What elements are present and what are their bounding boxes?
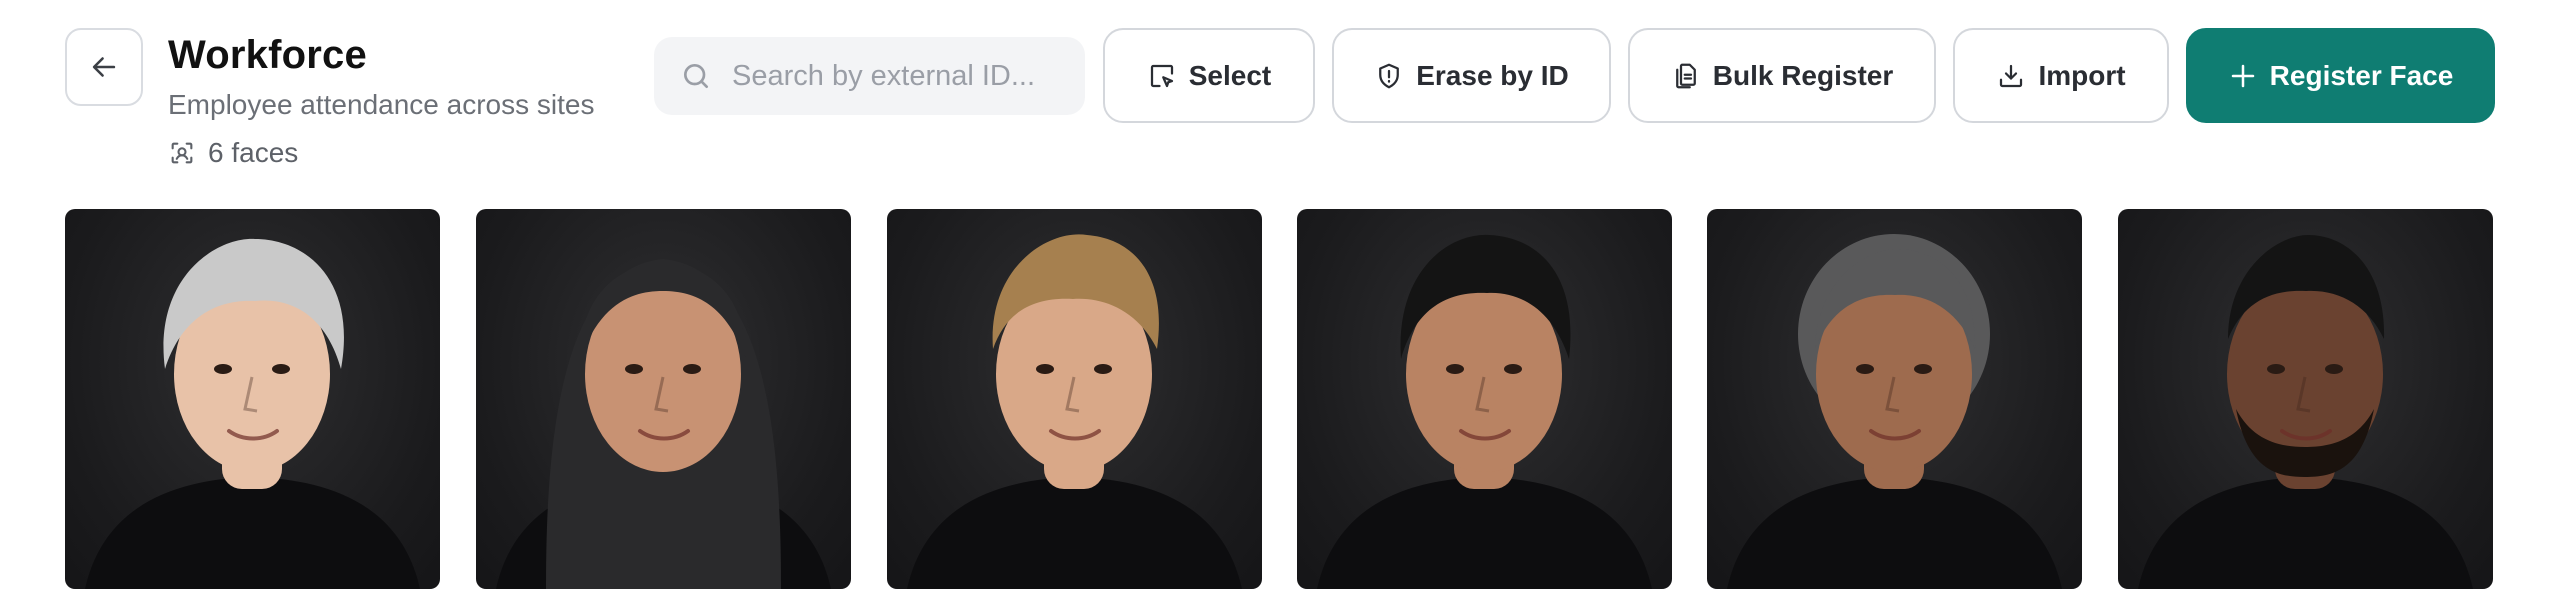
back-button[interactable] (65, 28, 143, 106)
shield-alert-icon (1374, 61, 1404, 91)
face-photo (1727, 234, 2062, 589)
bulk-register-button[interactable]: Bulk Register (1628, 28, 1936, 123)
face-count-label: 6 faces (208, 137, 299, 168)
face-photo (907, 234, 1242, 589)
face-card[interactable] (1297, 209, 1672, 589)
select-square-icon (1147, 61, 1177, 91)
import-button[interactable]: Import (1953, 28, 2169, 123)
search-icon (680, 60, 712, 92)
search-input[interactable] (732, 59, 1062, 93)
face-photo (2138, 235, 2473, 589)
face-photo (85, 238, 420, 589)
face-scan-icon (168, 139, 196, 167)
select-button[interactable]: Select (1103, 28, 1315, 123)
import-label: Import (2038, 59, 2126, 91)
face-photo (1317, 234, 1652, 589)
register-face-label: Register Face (2269, 59, 2454, 91)
face-library-page: Workforce Employee attendance across sit… (0, 0, 2560, 589)
register-face-button[interactable]: Register Face (2186, 28, 2495, 123)
download-icon (1996, 61, 2026, 91)
erase-by-id-label: Erase by ID (1416, 59, 1569, 91)
erase-by-id-button[interactable]: Erase by ID (1332, 28, 1611, 123)
face-card[interactable] (1707, 209, 2082, 589)
page-title: Workforce (168, 33, 367, 77)
select-button-label: Select (1188, 59, 1272, 91)
header: Workforce Employee attendance across sit… (168, 30, 594, 170)
face-card[interactable] (887, 209, 1262, 589)
bulk-register-label: Bulk Register (1712, 59, 1894, 91)
search-box[interactable] (654, 37, 1085, 115)
files-icon (1671, 61, 1701, 91)
arrow-left-icon (87, 50, 121, 84)
page-subtitle: Employee attendance across sites (168, 89, 595, 120)
plus-icon (2228, 61, 2258, 91)
face-card[interactable] (2118, 209, 2493, 589)
face-count: 6 faces (168, 136, 594, 170)
face-card[interactable] (476, 209, 851, 589)
face-photo (496, 259, 831, 589)
face-card[interactable] (65, 209, 440, 589)
